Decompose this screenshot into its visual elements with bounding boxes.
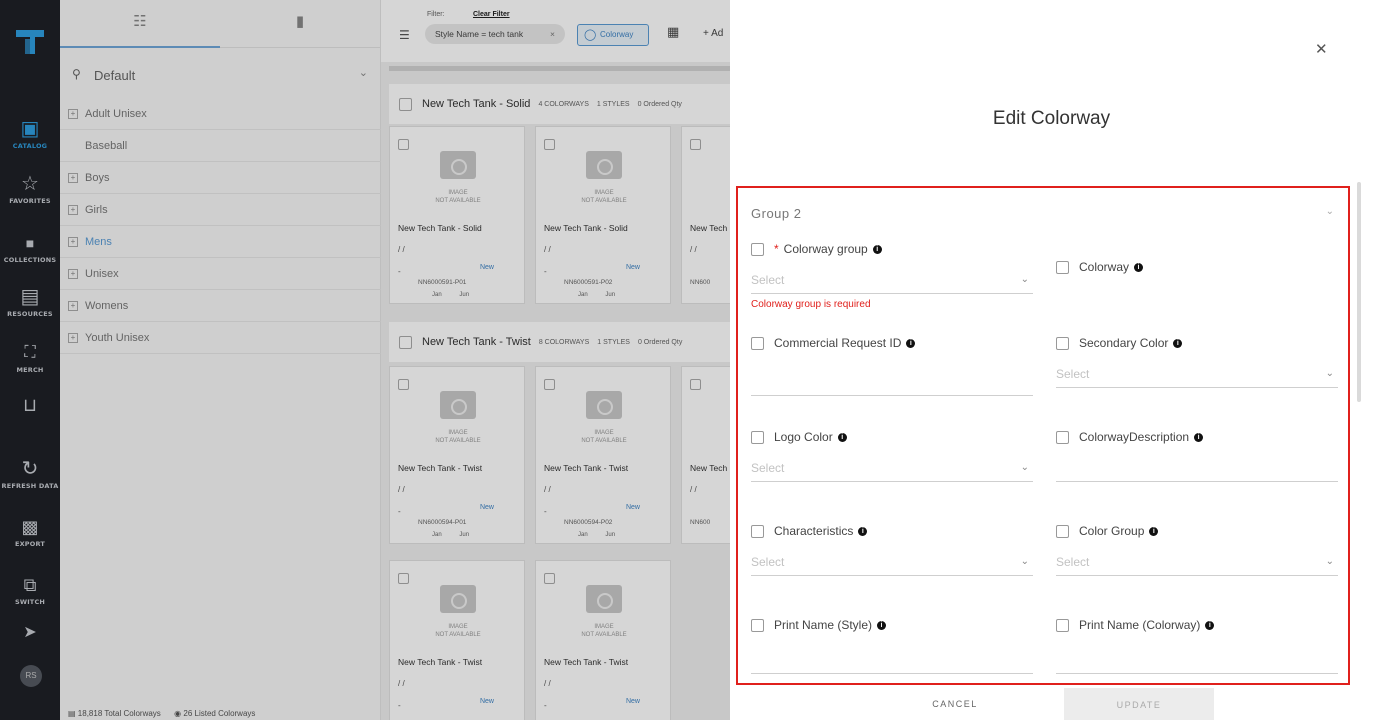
- characteristics-label: Characteristics: [774, 524, 854, 538]
- secondary-color-label: Secondary Color: [1079, 336, 1169, 350]
- vertical-scrollbar[interactable]: [1357, 182, 1361, 402]
- chevron-down-icon[interactable]: ⌄: [1326, 206, 1334, 217]
- commercial-request-id-field: Commercial Request ID i: [751, 336, 1033, 396]
- drawer-actions: CANCEL UPDATE: [730, 686, 1373, 720]
- colorway-description-label: ColorwayDescription: [1079, 430, 1190, 444]
- required-marker: *: [774, 242, 779, 256]
- commercial-request-id-input[interactable]: [751, 370, 1033, 396]
- logo-color-checkbox[interactable]: [751, 430, 764, 444]
- color-group-field: Color Group i Select ⌄: [1056, 524, 1338, 576]
- edit-colorway-drawer: ✕ Edit Colorway Group 2 ⌄ * Colorway gro…: [730, 0, 1373, 720]
- print-name-colorway-checkbox[interactable]: [1056, 618, 1069, 632]
- logo-color-select[interactable]: Select ⌄: [751, 456, 1033, 482]
- info-icon[interactable]: i: [872, 244, 882, 254]
- select-placeholder: Select: [751, 273, 785, 287]
- colorway-group-error: Colorway group is required: [751, 299, 871, 310]
- colorway-description-checkbox[interactable]: [1056, 430, 1069, 444]
- secondary-color-field: Secondary Color i Select ⌄: [1056, 336, 1338, 388]
- secondary-color-select[interactable]: Select ⌄: [1056, 362, 1338, 388]
- chevron-down-icon: ⌄: [1020, 462, 1029, 473]
- chevron-down-icon: ⌄: [1325, 556, 1334, 567]
- color-group-label: Color Group: [1079, 524, 1145, 538]
- select-placeholder: Select: [1056, 555, 1090, 569]
- info-icon[interactable]: i: [1173, 338, 1183, 348]
- print-name-style-input[interactable]: [751, 648, 1033, 674]
- logo-color-label: Logo Color: [774, 430, 833, 444]
- characteristics-checkbox[interactable]: [751, 524, 764, 538]
- colorway-group-field: * Colorway group i Select ⌄ Colorway gro…: [751, 242, 1033, 310]
- info-icon[interactable]: i: [1134, 262, 1144, 272]
- select-placeholder: Select: [1056, 367, 1090, 381]
- secondary-color-checkbox[interactable]: [1056, 336, 1069, 350]
- color-group-select[interactable]: Select ⌄: [1056, 550, 1338, 576]
- colorway-description-field: ColorwayDescription i: [1056, 430, 1338, 482]
- print-name-style-field: Print Name (Style) i: [751, 618, 1033, 674]
- colorway-description-input[interactable]: [1056, 456, 1338, 482]
- modal-overlay[interactable]: [0, 0, 730, 720]
- select-placeholder: Select: [751, 461, 785, 475]
- colorway-field: Colorway i: [1056, 260, 1338, 274]
- cancel-button[interactable]: CANCEL: [900, 686, 1010, 720]
- info-icon[interactable]: i: [1205, 620, 1215, 630]
- colorway-checkbox[interactable]: [1056, 260, 1069, 274]
- info-icon[interactable]: i: [837, 432, 847, 442]
- colorway-group-label: Colorway group: [783, 242, 868, 256]
- print-name-colorway-input[interactable]: [1056, 648, 1338, 674]
- print-name-style-checkbox[interactable]: [751, 618, 764, 632]
- commercial-request-id-checkbox[interactable]: [751, 336, 764, 350]
- logo-color-field: Logo Color i Select ⌄: [751, 430, 1033, 482]
- info-icon[interactable]: i: [1149, 526, 1159, 536]
- update-button[interactable]: UPDATE: [1064, 688, 1214, 720]
- drawer-title: Edit Colorway: [992, 108, 1111, 129]
- chevron-down-icon: ⌄: [1325, 368, 1334, 379]
- info-icon[interactable]: i: [906, 338, 916, 348]
- color-group-checkbox[interactable]: [1056, 524, 1069, 538]
- print-name-colorway-field: Print Name (Colorway) i: [1056, 618, 1338, 674]
- colorway-group-checkbox[interactable]: [751, 242, 764, 256]
- info-icon[interactable]: i: [1194, 432, 1204, 442]
- group-label: Group 2: [751, 206, 802, 221]
- info-icon[interactable]: i: [858, 526, 868, 536]
- form-group-highlight: Group 2 ⌄ * Colorway group i Select ⌄ Co…: [736, 186, 1350, 685]
- print-name-colorway-label: Print Name (Colorway): [1079, 618, 1201, 632]
- select-placeholder: Select: [751, 555, 785, 569]
- print-name-style-label: Print Name (Style): [774, 618, 873, 632]
- colorway-group-select[interactable]: Select ⌄: [751, 268, 1033, 294]
- characteristics-field: Characteristics i Select ⌄: [751, 524, 1033, 576]
- chevron-down-icon: ⌄: [1020, 274, 1029, 285]
- close-icon[interactable]: ✕: [1315, 40, 1328, 58]
- colorway-label: Colorway: [1079, 260, 1130, 274]
- commercial-request-id-label: Commercial Request ID: [774, 336, 902, 350]
- characteristics-select[interactable]: Select ⌄: [751, 550, 1033, 576]
- chevron-down-icon: ⌄: [1020, 556, 1029, 567]
- info-icon[interactable]: i: [877, 620, 887, 630]
